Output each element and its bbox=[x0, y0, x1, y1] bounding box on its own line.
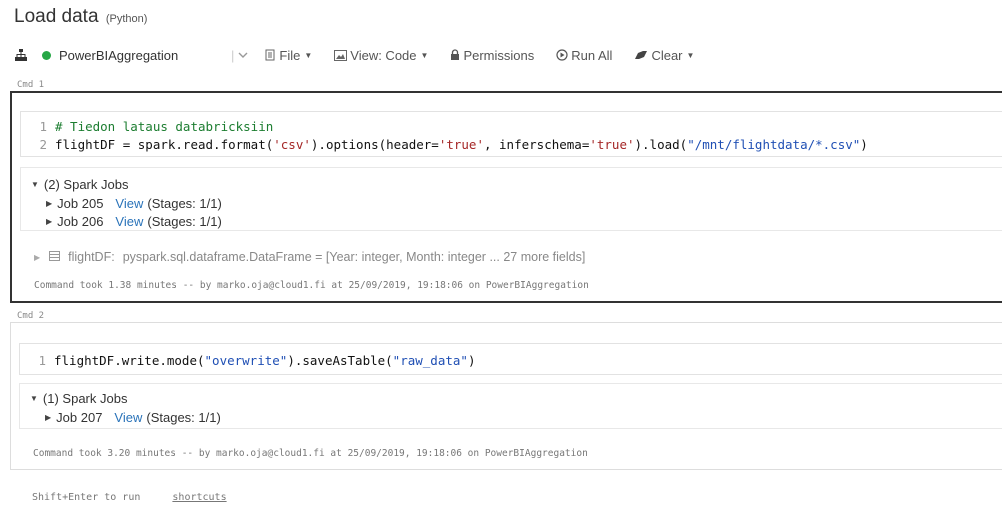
spark-jobs-header: (1) Spark Jobs bbox=[42, 390, 128, 406]
notebook-name: Load data bbox=[14, 6, 99, 27]
spark-jobs-toggle[interactable]: ▼ (1) Spark Jobs bbox=[30, 390, 127, 406]
notebook-footer: Shift+Enter to run shortcuts bbox=[32, 492, 227, 503]
spark-jobs-panel: ▼ (1) Spark Jobs ▶ Job 207 View (Stages:… bbox=[19, 383, 1002, 429]
view-menu-label: View: Code bbox=[350, 47, 417, 63]
code-token: flightDF = spark.read.format( bbox=[55, 136, 274, 152]
job-stages: (Stages: 1/1) bbox=[146, 409, 221, 425]
caret-down-icon: ▼ bbox=[304, 50, 313, 60]
shortcuts-link[interactable]: shortcuts bbox=[172, 492, 226, 503]
file-menu-label: File bbox=[279, 47, 301, 63]
code-token: ).saveAsTable( bbox=[287, 352, 393, 368]
cell-command-label: Cmd 2 bbox=[17, 311, 45, 321]
code-editor[interactable]: 1 # Tiedon lataus databricksiin 2 flight… bbox=[20, 111, 1002, 157]
eraser-icon bbox=[635, 51, 648, 59]
table-icon bbox=[49, 250, 61, 264]
spark-jobs-toggle[interactable]: ▼ (2) Spark Jobs bbox=[31, 176, 128, 192]
caret-down-icon: ▼ bbox=[420, 50, 429, 60]
line-number: 2 bbox=[39, 136, 47, 152]
job-view-link[interactable]: View bbox=[114, 410, 142, 425]
cluster-dropdown[interactable]: | bbox=[231, 48, 248, 63]
cell-command-label: Cmd 1 bbox=[17, 80, 45, 90]
code-token: flightDF.write.mode( bbox=[54, 352, 205, 368]
triangle-right-icon: ▶ bbox=[46, 216, 53, 226]
clear-menu-label: Clear bbox=[651, 47, 683, 63]
job-view-link[interactable]: View bbox=[115, 196, 143, 211]
caret-down-icon: ▼ bbox=[686, 50, 695, 60]
run-all-button[interactable]: Run All bbox=[556, 48, 612, 63]
code-line: 1 flightDF.write.mode("overwrite").saveA… bbox=[20, 351, 475, 369]
notebook-title: Load data (Python) bbox=[14, 6, 147, 28]
image-icon bbox=[334, 49, 348, 61]
code-token: ) bbox=[860, 136, 868, 152]
code-line: 2 flightDF = spark.read.format('csv').op… bbox=[21, 135, 868, 153]
notebook-cell[interactable]: 1 flightDF.write.mode("overwrite").saveA… bbox=[10, 322, 1002, 470]
code-string: "/mnt/flightdata/*.csv" bbox=[687, 136, 861, 152]
job-view-link[interactable]: View bbox=[115, 214, 143, 229]
cluster-dropdown-separator: | bbox=[231, 47, 235, 63]
dataframe-schema: pyspark.sql.dataframe.DataFrame = [Year:… bbox=[122, 250, 586, 264]
permissions-button[interactable]: Permissions bbox=[450, 48, 534, 63]
code-string: 'csv' bbox=[273, 136, 311, 152]
triangle-down-icon: ▼ bbox=[31, 179, 39, 189]
command-duration: Command took 3.20 minutes -- by marko.oj… bbox=[33, 448, 588, 459]
code-token: ) bbox=[467, 352, 476, 368]
notebook-language: (Python) bbox=[105, 13, 148, 25]
clear-menu-button[interactable]: Clear ▼ bbox=[634, 48, 694, 63]
triangle-right-icon: ▶ bbox=[45, 412, 52, 422]
code-string: "overwrite" bbox=[204, 352, 288, 368]
job-name: Job 207 bbox=[56, 409, 103, 425]
line-number: 1 bbox=[39, 118, 47, 134]
code-comment: # Tiedon lataus databricksiin bbox=[55, 118, 274, 134]
triangle-right-icon: ▶ bbox=[34, 252, 41, 262]
triangle-right-icon: ▶ bbox=[46, 198, 53, 208]
spark-job-row[interactable]: ▶ Job 207 View (Stages: 1/1) bbox=[45, 409, 221, 425]
code-string: "raw_data" bbox=[392, 352, 468, 368]
lock-icon bbox=[451, 49, 460, 60]
file-icon bbox=[265, 49, 275, 61]
dataframe-schema-row[interactable]: ▶ flightDF: pyspark.sql.dataframe.DataFr… bbox=[34, 249, 585, 265]
cluster-tree-icon[interactable] bbox=[12, 49, 30, 61]
code-line: 1 # Tiedon lataus databricksiin bbox=[21, 117, 273, 135]
code-string: 'true' bbox=[438, 136, 484, 152]
notebook-cell[interactable]: 1 # Tiedon lataus databricksiin 2 flight… bbox=[10, 91, 1002, 303]
dataframe-name: flightDF: bbox=[68, 250, 115, 264]
job-name: Job 206 bbox=[57, 213, 104, 229]
cluster-status-dot bbox=[42, 50, 51, 60]
spark-job-row[interactable]: ▶ Job 206 View (Stages: 1/1) bbox=[46, 213, 222, 229]
spark-job-row[interactable]: ▶ Job 205 View (Stages: 1/1) bbox=[46, 195, 222, 211]
spark-jobs-header: (2) Spark Jobs bbox=[43, 176, 129, 192]
job-name: Job 205 bbox=[57, 195, 104, 211]
job-stages: (Stages: 1/1) bbox=[147, 195, 222, 211]
command-duration: Command took 1.38 minutes -- by marko.oj… bbox=[34, 280, 589, 291]
code-string: 'true' bbox=[589, 136, 635, 152]
line-number: 1 bbox=[38, 352, 46, 368]
permissions-label: Permissions bbox=[463, 47, 535, 63]
cluster-name[interactable]: PowerBIAggregation bbox=[59, 48, 231, 63]
run-all-label: Run All bbox=[571, 47, 613, 63]
file-menu-button[interactable]: File ▼ bbox=[264, 48, 312, 63]
code-editor[interactable]: 1 flightDF.write.mode("overwrite").saveA… bbox=[19, 343, 1002, 375]
notebook-toolbar: PowerBIAggregation | File ▼ View: Code ▼… bbox=[12, 44, 716, 66]
code-token: , inferschema= bbox=[483, 136, 590, 152]
spark-jobs-panel: ▼ (2) Spark Jobs ▶ Job 205 View (Stages:… bbox=[20, 167, 1002, 231]
code-token: ).options(header= bbox=[310, 136, 439, 152]
play-circle-icon bbox=[556, 49, 568, 61]
triangle-down-icon: ▼ bbox=[30, 393, 38, 403]
job-stages: (Stages: 1/1) bbox=[147, 213, 222, 229]
run-hint: Shift+Enter to run bbox=[32, 492, 141, 503]
code-token: ).load( bbox=[634, 136, 688, 152]
view-menu-button[interactable]: View: Code ▼ bbox=[334, 48, 428, 63]
chevron-down-icon bbox=[238, 52, 248, 58]
